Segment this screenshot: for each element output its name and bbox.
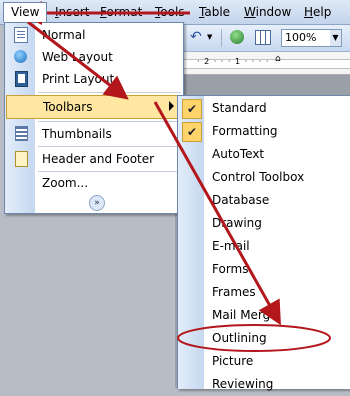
submenu-item-control-toolbox[interactable]: Control Toolbox: [178, 166, 350, 189]
menu-view[interactable]: View: [3, 2, 48, 22]
submenu-item-outlining[interactable]: Outlining: [178, 327, 350, 350]
menu-table[interactable]: Table: [199, 5, 230, 19]
toolbar-separator: [221, 29, 222, 47]
hyperlink-globe-icon[interactable]: [230, 30, 244, 44]
submenu-item-forms[interactable]: Forms: [178, 258, 350, 281]
menu-item-toolbars[interactable]: Toolbars: [6, 95, 182, 119]
menu-item-web-layout[interactable]: Web Layout: [5, 46, 183, 68]
submenu-item-email[interactable]: E-mail: [178, 235, 350, 258]
menu-item-zoom[interactable]: Zoom...: [5, 172, 183, 194]
toolbars-submenu: ✔ Standard ✔ Formatting AutoText Control…: [177, 95, 350, 391]
submenu-item-label: Formatting: [212, 124, 278, 138]
submenu-item-label: Reviewing: [212, 377, 274, 391]
menu-item-label: Print Layout: [42, 72, 115, 86]
submenu-item-standard[interactable]: ✔ Standard: [178, 97, 350, 120]
menu-item-header-footer[interactable]: Header and Footer: [5, 148, 183, 170]
menu-insert[interactable]: Insert: [55, 5, 89, 19]
print-layout-icon: [15, 71, 28, 87]
submenu-item-label: Database: [212, 193, 270, 207]
zoom-value: 100%: [285, 31, 317, 44]
header-footer-icon: [15, 151, 28, 167]
submenu-item-label: E-mail: [212, 239, 250, 253]
zoom-select[interactable]: 100% ▼: [281, 29, 342, 47]
menu-window[interactable]: Window: [244, 5, 291, 19]
undo-dropdown-icon[interactable]: ▼: [207, 33, 212, 41]
menu-item-print-layout[interactable]: Print Layout: [5, 68, 183, 90]
submenu-item-label: Standard: [212, 101, 267, 115]
submenu-item-label: Drawing: [212, 216, 262, 230]
submenu-item-label: Mail Merge: [212, 308, 278, 322]
submenu-item-picture[interactable]: Picture: [178, 350, 350, 373]
menu-help[interactable]: Help: [304, 5, 331, 19]
ruler-marks: · 2 · · · 1 · · · ·: [197, 57, 270, 66]
undo-icon[interactable]: ↶: [190, 29, 202, 45]
submenu-item-label: Forms: [212, 262, 249, 276]
submenu-item-database[interactable]: Database: [178, 189, 350, 212]
menu-item-label: Zoom...: [42, 176, 89, 190]
menu-item-normal[interactable]: Normal: [5, 24, 183, 46]
view-menu: Normal Web Layout Print Layout Toolbars …: [4, 22, 184, 214]
submenu-item-label: Picture: [212, 354, 254, 368]
submenu-item-drawing[interactable]: Drawing: [178, 212, 350, 235]
submenu-item-autotext[interactable]: AutoText: [178, 143, 350, 166]
menu-separator: [38, 146, 181, 147]
standard-toolbar: ↶ ▼ 100% ▼: [175, 25, 350, 52]
submenu-item-label: Frames: [212, 285, 256, 299]
menu-tools[interactable]: Tools: [155, 5, 185, 19]
menu-item-label: Header and Footer: [42, 152, 155, 166]
menu-item-thumbnails[interactable]: Thumbnails: [5, 123, 183, 145]
submenu-item-reviewing[interactable]: Reviewing: [178, 373, 350, 396]
menu-separator: [38, 121, 181, 122]
check-icon: ✔: [182, 99, 202, 119]
submenu-item-formatting[interactable]: ✔ Formatting: [178, 120, 350, 143]
zoom-dropdown-icon[interactable]: ▼: [330, 30, 341, 46]
check-icon: ✔: [182, 122, 202, 142]
submenu-item-label: AutoText: [212, 147, 265, 161]
web-layout-icon: [14, 50, 27, 63]
horizontal-ruler: · 2 · · · 1 · · · · ⌂: [175, 52, 350, 75]
normal-view-icon: [14, 27, 28, 43]
submenu-item-label: Control Toolbox: [212, 170, 305, 184]
menu-separator: [38, 92, 181, 93]
expand-menu-icon[interactable]: »: [89, 195, 105, 211]
submenu-item-mail-merge[interactable]: Mail Merge: [178, 304, 350, 327]
insert-table-icon[interactable]: [255, 30, 271, 45]
menu-item-label: Toolbars: [43, 100, 93, 114]
menu-item-label: Thumbnails: [42, 127, 112, 141]
submenu-item-label: Outlining: [212, 331, 267, 345]
submenu-item-frames[interactable]: Frames: [178, 281, 350, 304]
menu-item-label: Normal: [42, 28, 86, 42]
menu-view-label: View: [11, 5, 40, 19]
submenu-arrow-icon: [169, 101, 174, 111]
indent-marker-icon[interactable]: ⌂: [275, 54, 281, 64]
thumbnails-icon: [15, 126, 28, 141]
menu-format[interactable]: Format: [100, 5, 142, 19]
menu-item-label: Web Layout: [42, 50, 113, 64]
